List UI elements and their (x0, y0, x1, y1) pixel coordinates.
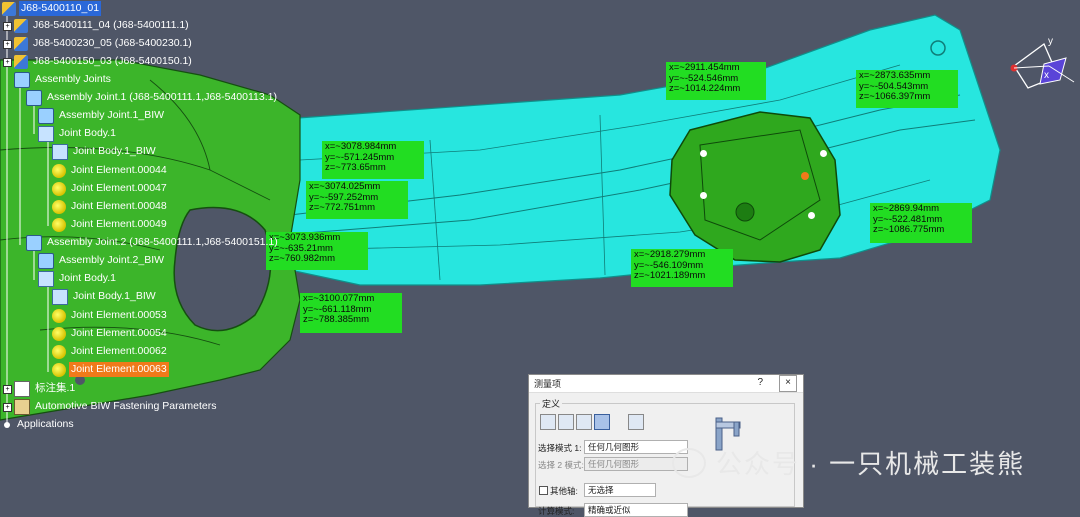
measurement-label[interactable]: x=~2911.454mm y=~-524.546mm z=~1014.224m… (666, 62, 766, 100)
tree-item[interactable]: Joint Body.1_BIW (52, 288, 158, 305)
other-axis-checkbox[interactable] (539, 486, 548, 495)
tree-item[interactable]: + Automotive BIW Fastening Parameters (3, 398, 219, 415)
measure-x: x=~2918.279mm (634, 249, 706, 260)
joint-body-icon (38, 270, 54, 287)
tree-item-selected[interactable]: Joint Element.00063 (52, 361, 169, 378)
tree-item[interactable]: Applications (2, 416, 76, 433)
tree-item[interactable]: Joint Body.1 (38, 270, 118, 287)
measure-item-icon[interactable] (594, 414, 610, 430)
close-button[interactable]: × (779, 375, 797, 392)
tree-item-assembly-joints[interactable]: Assembly Joints (14, 71, 113, 88)
measure-inertia-icon[interactable] (628, 414, 644, 430)
mode2-label: 选择 2 模式: (538, 460, 584, 470)
watermark: 公众号 · 一只机械工装熊 (672, 444, 1025, 481)
calc-mode-label: 计算模式: (538, 506, 575, 516)
expand-plus-icon[interactable]: + (3, 403, 12, 412)
measure-point (808, 212, 815, 219)
expand-plus-icon[interactable]: + (3, 40, 12, 49)
joint-element-icon (52, 308, 66, 323)
tree-item[interactable]: Assembly Joint.2 (J68-5400111.1,J68-5400… (26, 234, 280, 251)
measure-x: x=~2911.454mm (669, 62, 740, 73)
annotation-set-icon (14, 380, 30, 397)
joint-element-icon (52, 163, 66, 178)
compass-icon[interactable]: y x (994, 36, 1080, 96)
dialog-title: 测量项 (534, 379, 562, 389)
measurement-label[interactable]: x=~2918.279mm y=~-546.109mm z=~1021.189m… (631, 249, 733, 287)
tree-item[interactable]: + 标注集.1 (3, 380, 77, 397)
assembly-joint-icon (26, 234, 42, 251)
joint-element-icon (52, 199, 66, 214)
product-icon (14, 36, 28, 51)
tree-item[interactable]: Joint Element.00044 (52, 162, 169, 179)
expand-plus-icon[interactable]: + (3, 58, 12, 67)
measure-point (820, 150, 827, 157)
tree-item[interactable]: + J68-5400111_04 (J68-5400111.1) (3, 17, 191, 34)
tree-item[interactable]: Assembly Joint.2_BIW (38, 252, 166, 269)
joint-body-biw-icon (52, 143, 68, 160)
product-icon (14, 18, 28, 33)
help-button[interactable]: ? (757, 377, 763, 388)
joint-element-icon (52, 217, 66, 232)
assembly-joint-biw-icon (38, 107, 54, 124)
applications-icon (4, 421, 10, 428)
product-icon (2, 1, 16, 16)
joint-element-icon (52, 181, 66, 196)
tree-root[interactable]: J68-5400110_01 (2, 0, 102, 17)
watermark-text: 公众号 · 一只机械工装熊 (716, 449, 1026, 479)
mode1-label: 选择模式 1: (538, 443, 582, 453)
assembly-joint-biw-icon (38, 252, 54, 269)
joint-body-icon (38, 125, 54, 142)
compass-x-label: x (1044, 70, 1049, 81)
wechat-icon (672, 447, 706, 478)
expand-plus-icon[interactable]: + (3, 22, 12, 31)
joint-element-icon (52, 362, 66, 377)
product-icon (14, 54, 28, 69)
measurement-label[interactable]: x=~2873.635mm y=~-504.543mm z=~1066.397m… (856, 70, 958, 108)
tree-item[interactable]: Joint Element.00054 (52, 325, 169, 342)
measure-z: z=~1014.224mm (669, 83, 741, 94)
tree-item[interactable]: Assembly Joint.1_BIW (38, 107, 166, 124)
tree-item[interactable]: Assembly Joint.1 (J68-5400111.1,J68-5400… (26, 89, 279, 106)
measure-chain-icon[interactable] (558, 414, 574, 430)
other-axis-label: 其他轴: (550, 486, 578, 496)
measure-z: z=~1021.189mm (634, 270, 706, 281)
tree-item[interactable]: + J68-5400230_05 (J68-5400230.1) (3, 35, 194, 52)
tree-item[interactable]: Joint Element.00049 (52, 216, 169, 233)
specification-tree[interactable]: J68-5400110_01 + J68-5400111_04 (J68-540… (0, 0, 400, 440)
measure-z: z=~1066.397mm (859, 91, 931, 102)
measure-z: z=~1086.775mm (873, 224, 945, 235)
calc-mode-select[interactable]: 精确或近似 (584, 503, 688, 517)
measure-point (700, 150, 707, 157)
parameters-icon (14, 398, 30, 415)
tree-item[interactable]: Joint Element.00048 (52, 198, 169, 215)
measure-x: x=~2873.635mm (859, 70, 931, 81)
joint-element-icon (52, 326, 66, 341)
compass-y-label: y (1048, 36, 1053, 47)
tree-item[interactable]: Joint Body.1 (38, 125, 118, 142)
tree-item[interactable]: + J68-5400150_03 (J68-5400150.1) (3, 53, 194, 70)
measure-item-dialog[interactable]: 测量项 ? × 定义 选择模式 1: 任何几何图形 选择 2 模式: 任何几何图… (528, 374, 804, 517)
tree-item[interactable]: Joint Element.00047 (52, 180, 169, 197)
expand-plus-icon[interactable]: + (3, 385, 12, 394)
tree-item[interactable]: Joint Body.1_BIW (52, 143, 158, 160)
measure-x: x=~2869.94mm (873, 203, 940, 214)
measure-between-icon[interactable] (540, 414, 556, 430)
tree-item[interactable]: Joint Element.00053 (52, 307, 169, 324)
tree-item[interactable]: Joint Element.00062 (52, 343, 169, 360)
assembly-joint-icon (26, 89, 42, 106)
assembly-joints-icon (14, 71, 30, 88)
joint-body-biw-icon (52, 288, 68, 305)
dialog-titlebar[interactable]: 测量项 ? × (529, 375, 803, 393)
definition-legend: 定义 (542, 399, 561, 409)
measure-fan-icon[interactable] (576, 414, 592, 430)
other-axis-field[interactable]: 无选择 (584, 483, 656, 497)
measure-point (700, 192, 707, 199)
measurement-label[interactable]: x=~2869.94mm y=~-522.481mm z=~1086.775mm (870, 203, 972, 243)
joint-element-icon (52, 344, 66, 359)
